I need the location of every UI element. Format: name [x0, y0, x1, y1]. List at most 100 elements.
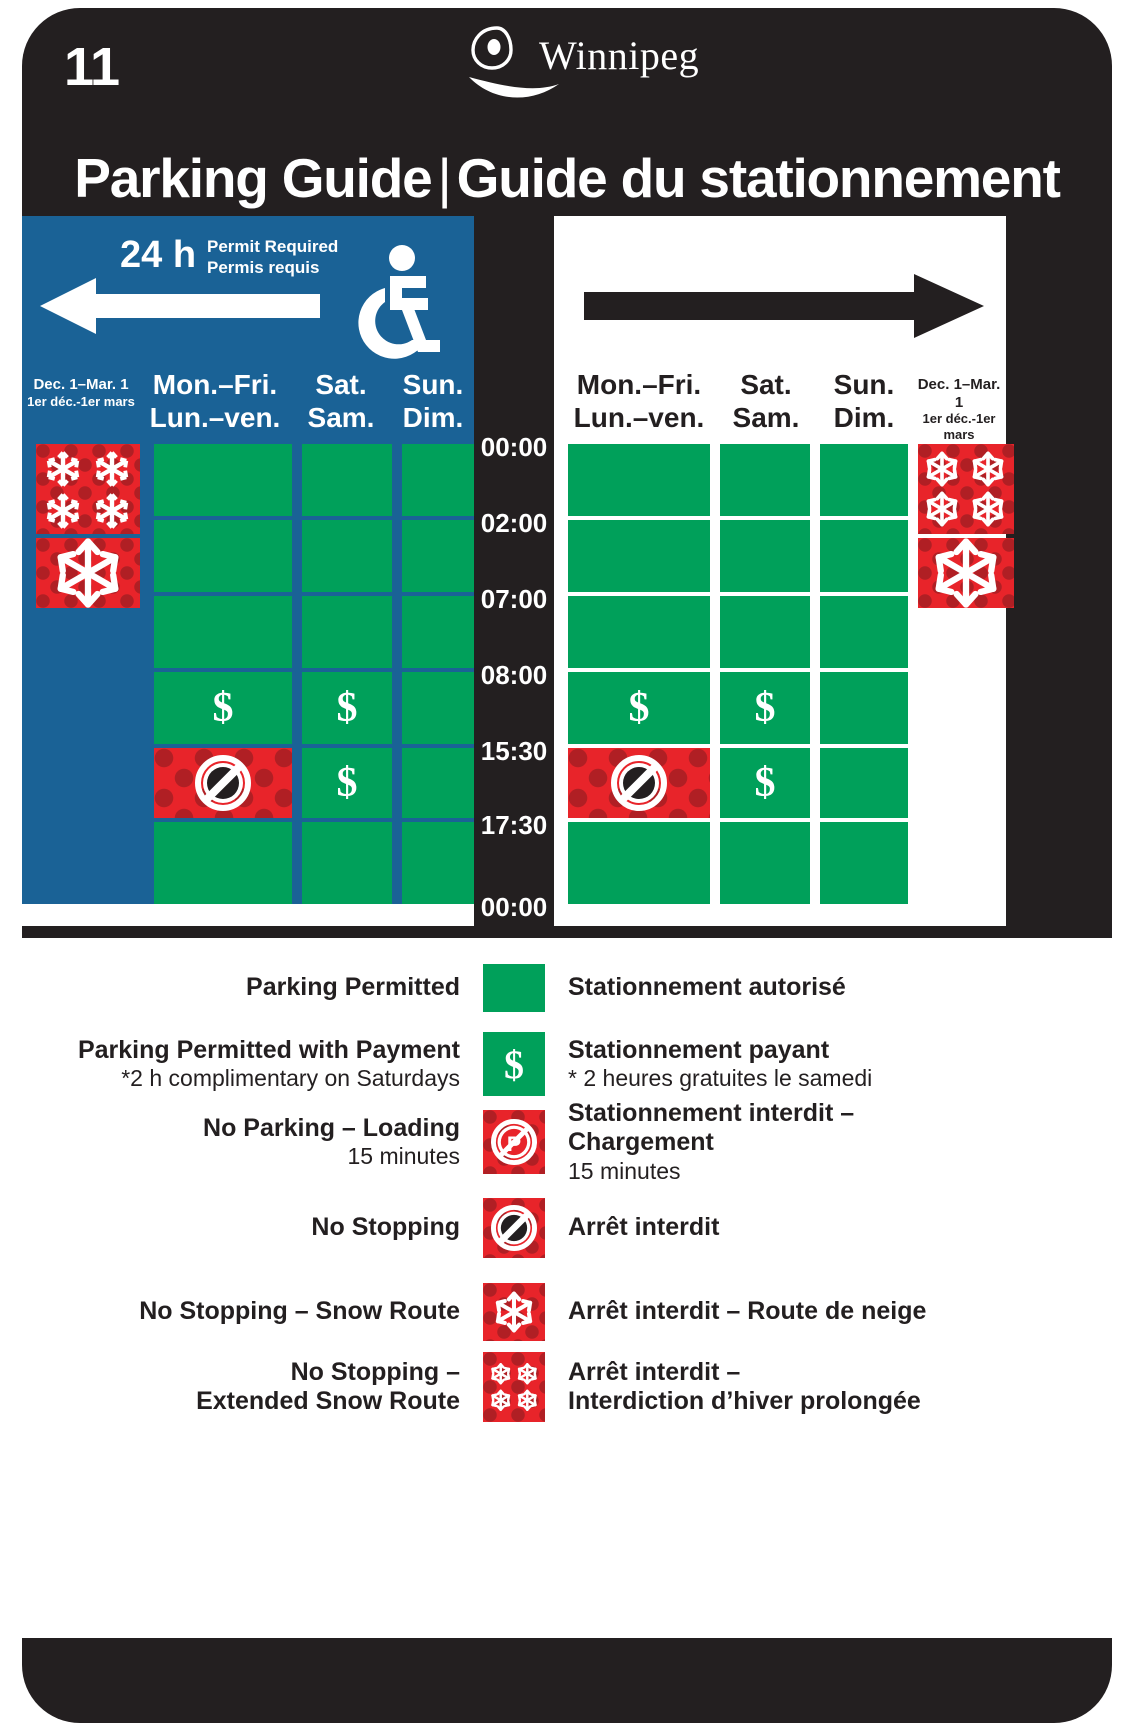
snowflake-icon: [483, 1283, 545, 1341]
right-panel-top: [554, 216, 1006, 381]
cell-snow-route: [36, 538, 140, 608]
four-snowflakes-icon: [483, 1352, 545, 1422]
legend-label-en: No Parking – Loading 15 minutes: [22, 1114, 474, 1171]
cell-paid: $: [568, 672, 710, 744]
col-header-fr: Dim.: [402, 402, 464, 434]
time-label: 08:00: [480, 660, 548, 690]
left-schedule-grid: $ $ $: [22, 444, 474, 904]
cell-permitted: [820, 596, 908, 668]
right-schedule-grid: $ $ $: [554, 444, 1014, 904]
dollar-sign-icon: $: [628, 685, 650, 731]
schedule-area: 24 h Permit Required Permis requis Dec. …: [22, 216, 1112, 926]
cell-no-stopping: [568, 748, 710, 818]
cell-permitted: [720, 444, 810, 516]
legend-item: No Stopping – Snow Route Arrêt interdit …: [22, 1280, 1112, 1344]
left-column-headers: Dec. 1–Mar. 1 1er déc.-1er mars Mon.–Fri…: [22, 368, 474, 444]
snowflake-icon: [935, 538, 997, 608]
wheelchair-icon: [358, 245, 440, 359]
legend-en-sub: Extended Snow Route: [196, 1387, 460, 1415]
four-snowflakes-icon: [46, 451, 129, 529]
left-panel-bottom-strip: [22, 904, 474, 926]
four-snowflakes-icon: [926, 451, 1004, 527]
time-label: 02:00: [480, 508, 548, 538]
right-col-sun: [820, 444, 908, 904]
legend-item: Parking Permitted with Payment *2 h comp…: [22, 1028, 1112, 1100]
left-col-sun: [402, 444, 474, 904]
col-header-en: Sat.: [740, 369, 792, 400]
arrow-right-icon: [584, 274, 984, 338]
right-side-schedule-panel: Mon.–Fri. Lun.–ven. Sat. Sam. Sun. Dim. …: [554, 216, 1014, 904]
legend-fr-main: Stationnement payant: [568, 1035, 830, 1064]
right-col-header-sun: Sun. Dim.: [816, 368, 912, 434]
legend-en-main: No Stopping –: [290, 1357, 460, 1386]
legend-swatch: P: [474, 1106, 554, 1178]
cell-paid: $: [302, 672, 392, 744]
col-header-fr: Sam.: [307, 402, 375, 434]
cell-permitted: [302, 444, 392, 516]
left-col-header-sat: Sat. Sam.: [290, 368, 392, 434]
right-col-snow: [918, 444, 1014, 904]
legend-item: Parking Permitted Stationnement autorisé: [22, 956, 1112, 1020]
legend-en-main: No Parking – Loading: [203, 1113, 460, 1142]
no-parking-icon: P: [483, 1110, 545, 1174]
cell-permitted: [402, 672, 474, 744]
time-label: 00:00: [480, 892, 548, 922]
dollar-sign-icon: $: [754, 760, 776, 806]
cell-snow-extended: [918, 444, 1014, 534]
col-header-en: Sun.: [402, 369, 464, 400]
cell-permitted: [154, 822, 292, 904]
page-title-fr: Guide du stationnement: [456, 147, 1061, 209]
left-side-schedule-panel: 24 h Permit Required Permis requis Dec. …: [22, 216, 474, 904]
legend-fr-main: Stationnement autorisé: [568, 973, 846, 1002]
legend-item: No Stopping – Extended Snow Route Arrêt …: [22, 1350, 1112, 1424]
cell-permitted: [402, 748, 474, 818]
left-col-sat: $ $: [302, 444, 392, 904]
dollar-sign-icon: $: [754, 685, 776, 731]
right-column-headers: Mon.–Fri. Lun.–ven. Sat. Sam. Sun. Dim. …: [554, 368, 1006, 444]
cell-permitted: [154, 444, 292, 516]
cell-paid: $: [302, 748, 392, 818]
left-col-header-sun: Sun. Dim.: [392, 368, 474, 434]
legend-fr-main: Arrêt interdit – Route de neige: [568, 1297, 927, 1326]
cell-no-stopping: [154, 748, 292, 818]
cell-permitted: [568, 520, 710, 592]
col-header-fr: Lun.–ven.: [149, 402, 281, 434]
legend-swatch: [474, 1196, 554, 1260]
legend-fr-main: Stationnement interdit – Chargement: [568, 1098, 855, 1157]
permit-label-fr: Permis requis: [207, 258, 320, 278]
sign-header: 11 Winnipeg Parking Guide | Guide du stati…: [22, 8, 1112, 216]
time-label: 00:00: [480, 432, 548, 462]
no-stopping-icon: [195, 755, 251, 811]
title-bar: Parking Guide | Guide du stationnement: [22, 140, 1112, 216]
cell-permitted: [154, 596, 292, 668]
no-stopping-icon: [611, 755, 667, 811]
right-col-header-monfri: Mon.–Fri. Lun.–ven.: [564, 368, 714, 434]
left-col-snow: [36, 444, 140, 904]
right-col-header-snow: Dec. 1–Mar. 1 1er déc.-1er mars: [912, 376, 1006, 442]
legend-en-sub: *2 h complimentary on Saturdays: [121, 1065, 460, 1092]
left-col-monfri: $: [154, 444, 292, 904]
legend-en-sub: 15 minutes: [347, 1143, 460, 1170]
right-col-header-sat: Sat. Sam.: [716, 368, 816, 434]
legend-label-fr: Stationnement interdit – Chargement 15 m…: [554, 1099, 1006, 1185]
cell-permitted: [568, 596, 710, 668]
no-stopping-icon: [483, 1198, 545, 1258]
legend-label-fr: Arrêt interdit: [554, 1213, 1006, 1243]
left-col-header-monfri: Mon.–Fri. Lun.–ven.: [140, 368, 290, 434]
cell-permitted: [154, 520, 292, 592]
legend-panel: Parking Permitted Stationnement autorisé…: [22, 938, 1112, 1638]
col-header-fr: Dim.: [833, 402, 895, 434]
arrow-left-icon: [40, 278, 320, 334]
cell-permitted: [820, 822, 908, 904]
legend-item: No Parking – Loading 15 minutes P Statio…: [22, 1099, 1112, 1184]
cell-paid: $: [720, 672, 810, 744]
permit-label-en: Permit Required: [207, 237, 339, 256]
legend-fr-main: Arrêt interdit: [568, 1213, 720, 1242]
cell-permitted: [302, 596, 392, 668]
logo-wordmark: Winnipeg: [539, 33, 700, 78]
legend-label-fr: Arrêt interdit – Interdiction d’hiver pr…: [554, 1358, 1006, 1417]
cell-permitted: [820, 748, 908, 818]
cell-permitted: [720, 822, 810, 904]
legend-en-main: No Stopping – Snow Route: [139, 1297, 460, 1326]
snowflake-icon: [57, 538, 119, 608]
